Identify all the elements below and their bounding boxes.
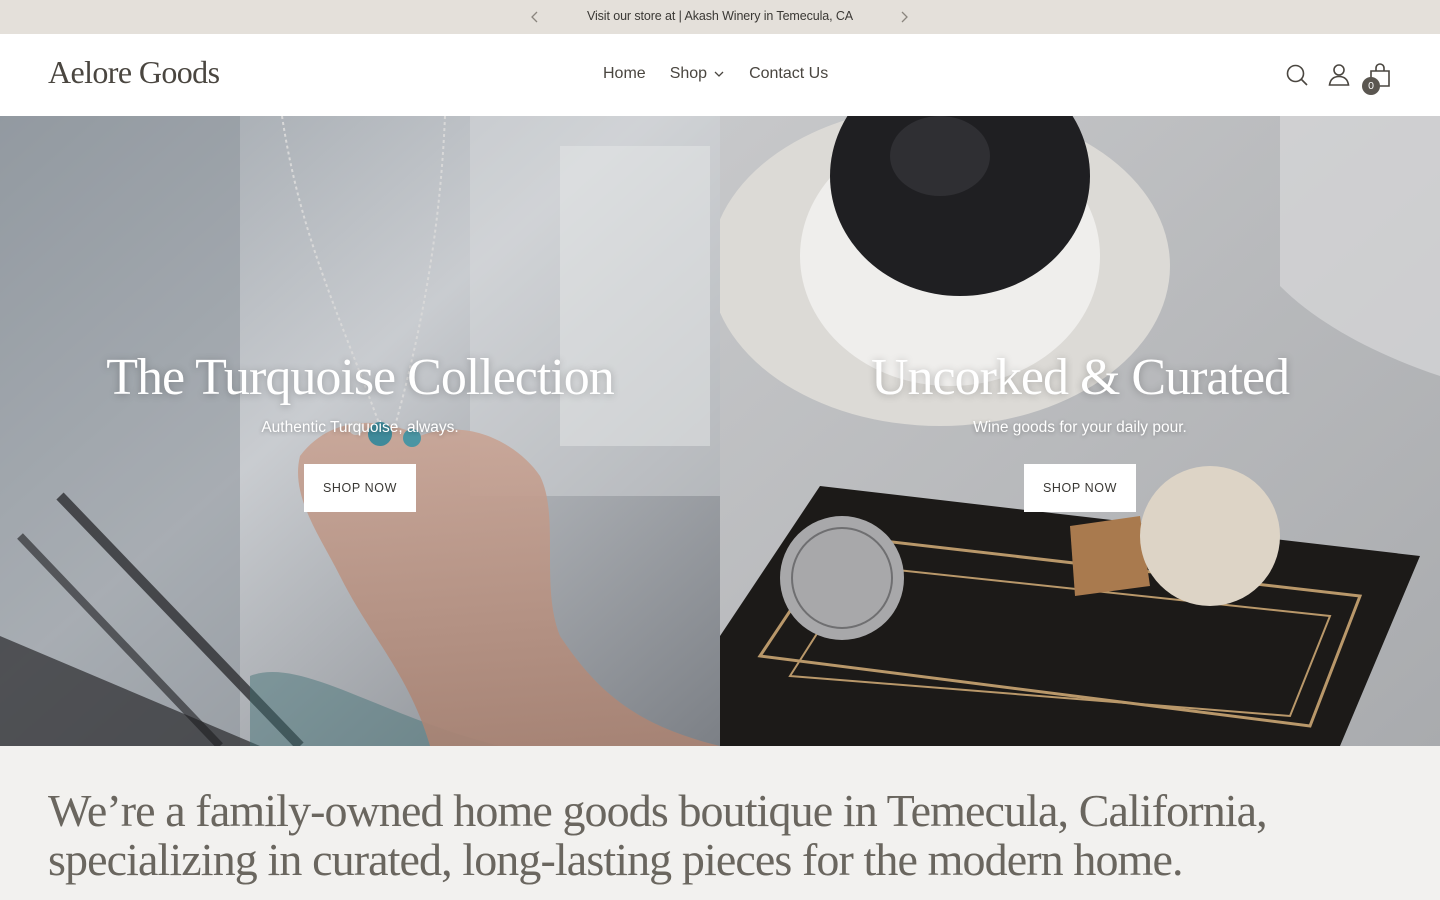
nav-item-label: Shop	[669, 65, 708, 82]
account-icon[interactable]	[1326, 62, 1352, 88]
hero-subtitle: Wine goods for your daily pour.	[973, 419, 1187, 436]
announcement-text[interactable]: Visit our store at | Akash Winery in Tem…	[0, 0, 1440, 34]
hero-uncorked-content: Uncorked & Curated Wine goods for your d…	[720, 116, 1440, 746]
nav-item-label: Contact Us	[749, 65, 829, 82]
nav-item-home[interactable]: Home	[603, 65, 646, 83]
search-icon[interactable]	[1284, 62, 1310, 88]
nav-item-contact[interactable]: Contact Us	[749, 65, 828, 83]
chevron-down-icon	[714, 71, 724, 77]
shop-now-button[interactable]: SHOP NOW	[1024, 464, 1136, 512]
hero-title: Uncorked & Curated	[870, 349, 1290, 406]
chevron-right-icon[interactable]	[896, 9, 912, 25]
hero-title: The Turquoise Collection	[106, 349, 615, 406]
about-section: We’re a family-owned home goods boutique…	[0, 746, 1440, 900]
main-nav: Home Shop Contact Us	[603, 65, 828, 83]
shop-now-button[interactable]: SHOP NOW	[304, 464, 416, 512]
nav-item-label: Home	[603, 65, 646, 82]
hero-turquoise: The Turquoise Collection Authentic Turqu…	[0, 116, 720, 746]
site-logo[interactable]: Aelore Goods	[48, 54, 220, 91]
hero-uncorked: Uncorked & Curated Wine goods for your d…	[720, 116, 1440, 746]
about-text: We’re a family-owned home goods boutique…	[48, 785, 1268, 885]
announcement-bar: Visit our store at | Akash Winery in Tem…	[0, 0, 1440, 34]
cart-count-badge: 0	[1362, 77, 1380, 95]
hero-turquoise-content: The Turquoise Collection Authentic Turqu…	[0, 116, 720, 746]
site-header: Aelore Goods Home Shop Contact Us	[0, 34, 1440, 116]
nav-item-shop[interactable]: Shop	[670, 65, 725, 83]
hero-subtitle: Authentic Turquoise, always.	[261, 419, 459, 436]
